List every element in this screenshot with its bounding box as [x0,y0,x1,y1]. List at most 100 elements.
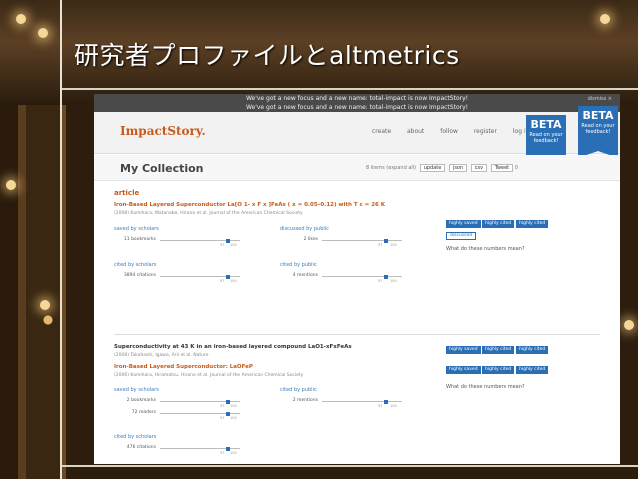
percentile-marker [226,411,230,416]
lamp-icon [6,180,16,190]
nav-create[interactable]: create [372,128,391,135]
percentile-marker [226,399,230,404]
nav-register[interactable]: register [474,128,497,135]
lamp-icon [624,320,634,330]
item1-cited-scholars-bar [160,274,240,279]
item2-cited-public-bar [322,399,402,404]
item2-cited-scholars-label: cited by scholars [114,434,157,440]
item2-meta: (2006) Kamihara, Hiramatsu, Hirano et al… [114,373,304,378]
beta-ribbon[interactable]: BETA Read on your feedback! [526,115,566,167]
item-count[interactable]: 8 items (expand all) [366,165,416,171]
badge-highly-saved[interactable]: highly saved [446,346,481,354]
item1-saved-value[interactable]: 11 bookmarks [114,237,156,242]
item1-title[interactable]: Iron-Based Layered Superconductor La[O 1… [114,202,385,208]
update-button[interactable]: update [419,164,446,172]
announcement-banner: We've got a new focus and a new name: to… [94,94,620,112]
lamp-icon [38,28,48,38]
badge-highly-cited[interactable]: highly cited [482,220,515,228]
item-separator [114,334,600,335]
tick-label: 97 [378,279,383,283]
slide-title: 研究者プロファイルとaltmetrics [74,41,460,70]
collection-header: My Collection 8 items (expand all) updat… [94,155,620,181]
item1-cited-scholars-value[interactable]: 3894 citations [114,273,156,278]
badge-highly-saved[interactable]: highly saved [446,220,481,228]
banner-line-2: We've got a new focus and a new name: to… [245,104,469,111]
nav-about[interactable]: about [407,128,424,135]
badge-highly-cited[interactable]: highly cited [516,346,549,354]
top-nav: ImpactStory. create about follow registe… [94,106,620,167]
item1-meta: (2008) Kamihara, Watanabe, Hirano et al.… [114,211,303,216]
csv-button[interactable]: csv [470,164,488,172]
item1-discussed-label: discussed by public [280,226,329,232]
help-link[interactable]: What do these numbers mean? [446,384,525,390]
item2-cited-public-value[interactable]: 2 mentions [280,398,318,403]
tick-label: 97 [220,404,225,408]
item1-saved-bar [160,238,240,243]
title-underline [62,88,638,90]
item2-cited-scholars-value[interactable]: 476 citations [114,445,156,450]
item1-discussed-value[interactable]: 2 likes [280,237,318,242]
impactstory-screenshot: We've got a new focus and a new name: to… [94,94,620,464]
tick-label: 100 [230,416,237,420]
help-link[interactable]: What do these numbers mean? [446,246,525,252]
item2-cited-scholars-bar [160,446,240,451]
item1-cited-scholars-label: cited by scholars [114,262,157,268]
nav-links: create about follow register log in [372,128,543,135]
tick-label: 100 [230,279,237,283]
tick-label: 100 [230,451,237,455]
item2-saved-value-2[interactable]: 72 readers [114,410,156,415]
lamp-icon [16,14,26,24]
impactstory-logo[interactable]: ImpactStory. [120,124,206,138]
item2-saved-bar-1 [160,399,240,404]
percentile-marker [384,274,388,279]
percentile-marker [384,399,388,404]
json-button[interactable]: json [448,164,468,172]
slide-bottom-rule [62,465,638,467]
item2-saved-bar-2 [160,411,240,416]
item2-alt-meta: (2008) Takahashi, Igawa, Arii et al. Nat… [114,353,209,358]
item2-saved-label: saved by scholars [114,387,159,393]
item1-cited-public-value[interactable]: 4 mentions [280,273,318,278]
tick-label: 97 [378,404,383,408]
nav-follow[interactable]: follow [440,128,458,135]
tick-label: 97 [378,243,383,247]
item1-cited-public-bar [322,274,402,279]
item2-cited-public-label: cited by public [280,387,317,393]
badge-highly-saved[interactable]: highly saved [446,366,481,374]
collection-tools: 8 items (expand all) update json csv Twe… [366,164,518,172]
tick-label: 97 [220,243,225,247]
percentile-marker [226,274,230,279]
badge-discussed[interactable]: discussed [446,232,477,240]
item2-alt-title[interactable]: Superconductivity at 43 K in an iron-bas… [114,344,352,350]
badge-highly-cited[interactable]: highly cited [516,220,549,228]
tick-label: 100 [390,279,397,283]
badge-highly-cited[interactable]: highly cited [482,346,515,354]
collection-title: My Collection [120,162,204,175]
slide-vertical-rule [60,0,62,479]
percentile-marker [384,238,388,243]
dismiss-link[interactable]: dismiss × [588,95,612,104]
item2-title[interactable]: Iron-Based Layered Superconductor: LaOFe… [114,364,253,370]
item1-discussed-bar [322,238,402,243]
lamp-icon [40,300,50,310]
tick-label: 97 [220,279,225,283]
lamp-icon [600,14,610,24]
item1-cited-public-label: cited by public [280,262,317,268]
tweet-button[interactable]: Tweet [490,164,514,172]
percentile-marker [226,238,230,243]
section-article: article [114,189,140,197]
tick-label: 97 [220,416,225,420]
tick-label: 100 [230,404,237,408]
badge-highly-cited[interactable]: highly cited [516,366,549,374]
tick-label: 100 [390,243,397,247]
tweet-count: 0 [514,165,518,171]
tick-label: 100 [390,404,397,408]
percentile-marker [226,446,230,451]
item1-saved-label: saved by scholars [114,226,159,232]
banner-line-1: We've got a new focus and a new name: to… [245,95,469,102]
tick-label: 100 [230,243,237,247]
beta-ribbon-2[interactable]: BETA Read on your feedback! [578,106,618,158]
badge-highly-cited[interactable]: highly cited [482,366,515,374]
item2-saved-value-1[interactable]: 2 bookmarks [114,398,156,403]
tick-label: 97 [220,451,225,455]
